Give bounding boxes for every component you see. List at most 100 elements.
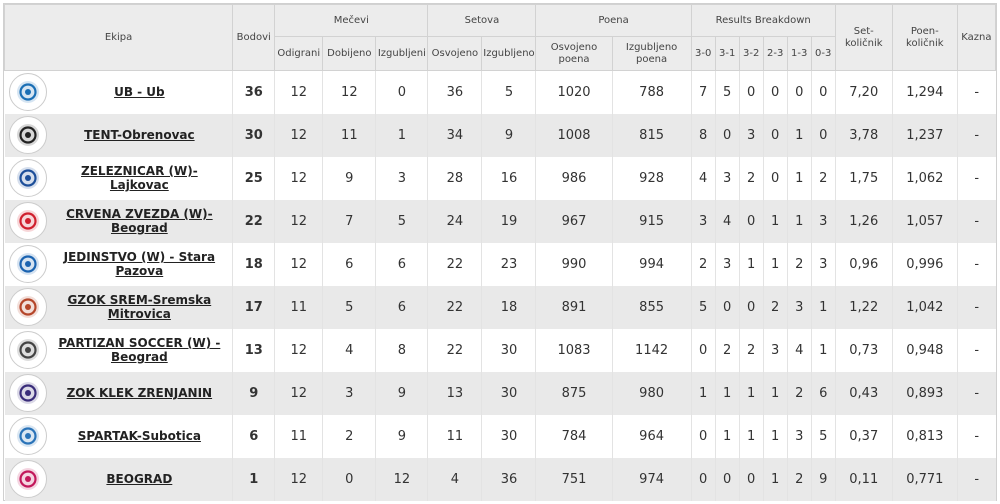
played-cell: 11 [274, 285, 323, 329]
r03-cell: 0 [810, 113, 836, 157]
pts-won-cell: 1008 [535, 113, 613, 157]
r30-cell: 0 [690, 328, 716, 372]
r30-cell: 2 [690, 242, 716, 286]
lost-cell: 8 [375, 328, 428, 372]
sets-won-cell: 13 [427, 371, 482, 415]
header-set-ratio: Set-količnik [834, 4, 893, 71]
team-cell: SPARTAK-Subotica [4, 414, 233, 458]
r32-cell: 2 [738, 328, 764, 372]
pts-lost-cell: 788 [611, 70, 692, 114]
header-poena: Poena [535, 4, 692, 37]
sets-won-cell: 11 [427, 414, 482, 458]
points-cell: 18 [232, 242, 275, 286]
pts-won-cell: 986 [535, 156, 613, 200]
header-r13: 1-3 [786, 36, 812, 71]
table-row: CRVENA ZVEZDA (W)-Beograd 22 12 7 5 24 19 967 91… [4, 199, 996, 243]
table-row: SPARTAK-Subotica 6 11 2 9 11 30 784 964 0 1 1 1 3 5 0,3… [4, 414, 996, 458]
r23-cell: 0 [762, 70, 788, 114]
beograd-logo [8, 460, 47, 498]
team-name-link[interactable]: ZELEZNICAR (W)-Lajkovac [47, 164, 233, 192]
team-name-link[interactable]: GZOK SREM-Sremska Mitrovica [47, 293, 233, 321]
table-row: JEDINSTVO (W) - Stara Pazova 18 12 6 6 22 23 99… [4, 242, 996, 286]
r23-cell: 1 [762, 242, 788, 286]
team-name-link[interactable]: SPARTAK-Subotica [47, 429, 233, 443]
point-ratio-cell: 1,237 [891, 113, 958, 157]
r03-cell: 5 [810, 414, 836, 458]
r32-cell: 1 [738, 414, 764, 458]
played-cell: 12 [274, 113, 323, 157]
sets-lost-cell: 5 [481, 70, 536, 114]
r13-cell: 1 [786, 113, 812, 157]
tent-logo [8, 116, 47, 154]
sets-lost-cell: 30 [481, 414, 536, 458]
team-name-link[interactable]: TENT-Obrenovac [47, 128, 233, 142]
r32-cell: 0 [738, 70, 764, 114]
klek-logo [8, 374, 47, 412]
set-ratio-cell: 0,96 [834, 242, 893, 286]
header-points: Bodovi [232, 4, 276, 71]
table-row: UB - Ub 36 12 12 0 36 5 1020 788 7 5 0 0 0 0 7,20 1,294- [4, 70, 996, 114]
team-cell: TENT-Obrenovac [4, 113, 233, 157]
table-row: GZOK SREM-Sremska Mitrovica 17 11 5 6 22 18 891… [4, 285, 996, 329]
set-ratio-cell: 0,73 [834, 328, 893, 372]
r13-cell: 0 [786, 70, 812, 114]
team-cell: BEOGRAD [4, 457, 233, 501]
pts-won-cell: 751 [535, 457, 613, 501]
r13-cell: 4 [786, 328, 812, 372]
r13-cell: 2 [786, 371, 812, 415]
r03-cell: 3 [810, 242, 836, 286]
r23-cell: 1 [762, 457, 788, 501]
standings-table-container: Ekipa Bodovi Mečevi Setova Poena Results… [3, 3, 997, 501]
team-name-link[interactable]: CRVENA ZVEZDA (W)-Beograd [47, 207, 233, 235]
header-matches: Mečevi [274, 4, 429, 37]
spartak-logo [8, 417, 47, 455]
lost-cell: 5 [375, 199, 428, 243]
sets-won-cell: 28 [427, 156, 482, 200]
team-name-link[interactable]: PARTIZAN SOCCER (W) - Beograd [47, 336, 233, 364]
pts-won-cell: 875 [535, 371, 613, 415]
r32-cell: 2 [738, 156, 764, 200]
team-cell: PARTIZAN SOCCER (W) - Beograd [4, 328, 233, 372]
sets-lost-cell: 16 [481, 156, 536, 200]
point-ratio-cell: 1,042 [891, 285, 958, 329]
pts-won-cell: 967 [535, 199, 613, 243]
lost-cell: 9 [375, 371, 428, 415]
set-ratio-cell: 7,20 [834, 70, 893, 114]
r30-cell: 4 [690, 156, 716, 200]
played-cell: 12 [274, 199, 323, 243]
header-sets-won: Osvojeno [427, 36, 483, 71]
r31-cell: 1 [714, 371, 740, 415]
played-cell: 12 [274, 242, 323, 286]
r30-cell: 5 [690, 285, 716, 329]
penalty-cell: - [956, 371, 996, 415]
zeleznicar-logo [8, 159, 47, 197]
sets-won-cell: 22 [427, 242, 482, 286]
header-point-ratio: Poen-količnik [891, 4, 958, 71]
penalty-cell: - [956, 242, 996, 286]
team-name-link[interactable]: UB - Ub [47, 85, 233, 99]
r31-cell: 0 [714, 457, 740, 501]
pts-won-cell: 1020 [535, 70, 613, 114]
pts-lost-cell: 928 [611, 156, 692, 200]
team-name-link[interactable]: BEOGRAD [47, 472, 233, 486]
r32-cell: 0 [738, 457, 764, 501]
sets-lost-cell: 36 [481, 457, 536, 501]
played-cell: 12 [274, 371, 323, 415]
penalty-cell: - [956, 457, 996, 501]
team-name-link[interactable]: JEDINSTVO (W) - Stara Pazova [47, 250, 233, 278]
penalty-cell: - [956, 156, 996, 200]
r23-cell: 0 [762, 113, 788, 157]
r23-cell: 1 [762, 199, 788, 243]
won-cell: 7 [322, 199, 376, 243]
team-name-link[interactable]: ZOK KLEK ZRENJANIN [47, 386, 233, 400]
points-cell: 17 [232, 285, 275, 329]
r03-cell: 0 [810, 70, 836, 114]
points-cell: 6 [232, 414, 275, 458]
header-won: Dobijeno [322, 36, 377, 71]
won-cell: 6 [322, 242, 376, 286]
penalty-cell: - [956, 70, 996, 114]
standings-body: UB - Ub 36 12 12 0 36 5 1020 788 7 5 0 0 0 0 7,20 1,294-… [4, 70, 996, 501]
r32-cell: 0 [738, 285, 764, 329]
won-cell: 0 [322, 457, 376, 501]
pts-lost-cell: 994 [611, 242, 692, 286]
